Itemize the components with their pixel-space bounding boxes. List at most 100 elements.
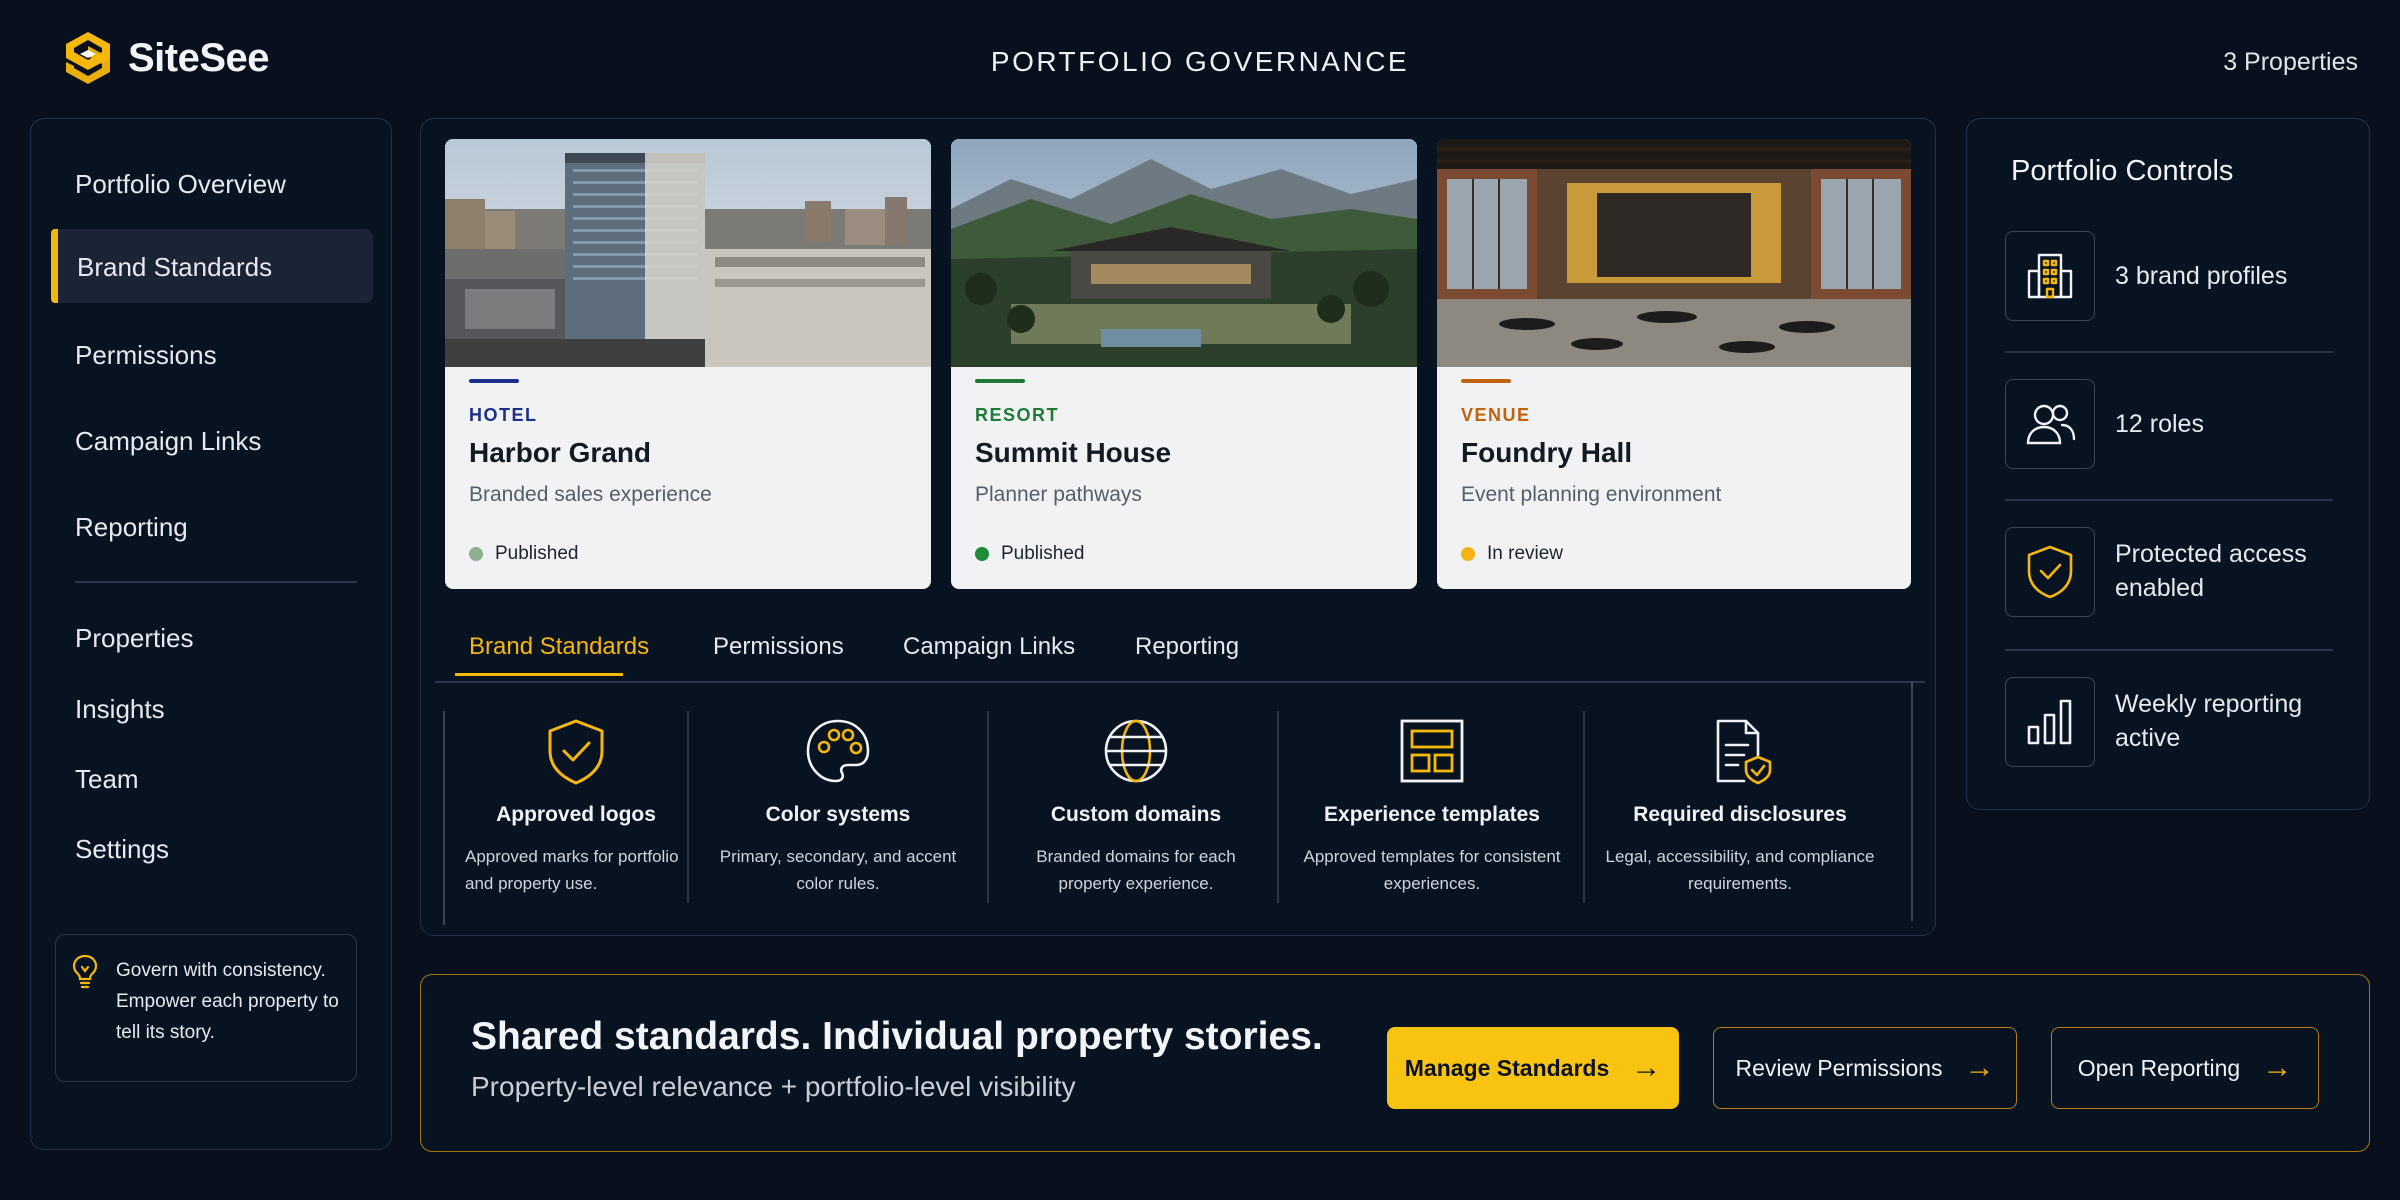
- open-reporting-button[interactable]: Open Reporting →: [2051, 1027, 2319, 1109]
- feature-title: Approved logos: [496, 803, 656, 826]
- arrow-right-icon: →: [1631, 1051, 1662, 1084]
- sidebar-item-brand-standards[interactable]: Brand Standards: [77, 252, 272, 283]
- status-badge: Published: [469, 543, 578, 565]
- sidebar-item-properties[interactable]: Properties: [75, 623, 194, 654]
- banner-title: Shared standards. Individual property st…: [471, 1015, 1323, 1058]
- controls-divider: [2005, 649, 2333, 651]
- tab-brand-standards[interactable]: Brand Standards: [469, 633, 649, 661]
- control-text: 3 brand profiles: [2115, 262, 2288, 290]
- card-accent-bar: [1461, 379, 1511, 383]
- template-icon: [1400, 719, 1464, 783]
- palette-icon: [806, 719, 870, 783]
- features-frame-right: [1911, 681, 1913, 921]
- status-badge: In review: [1461, 543, 1563, 565]
- property-description: Planner pathways: [975, 483, 1142, 506]
- shield-check-icon: [548, 719, 604, 785]
- status-label: Published: [1001, 543, 1085, 564]
- button-label: Review Permissions: [1735, 1054, 1943, 1081]
- app-name: SiteSee: [128, 35, 270, 80]
- card-accent-bar: [975, 379, 1025, 383]
- property-type: RESORT: [975, 405, 1060, 425]
- nav-active-indicator: [51, 229, 58, 303]
- main-panel: HOTEL Harbor Grand Branded sales experie…: [420, 118, 1936, 936]
- sidebar-item-settings[interactable]: Settings: [75, 834, 169, 865]
- controls-divider: [2005, 351, 2333, 353]
- controls-title: Portfolio Controls: [2011, 155, 2234, 187]
- feature-approved-logos: Approved logos Approved marks for portfo…: [445, 715, 707, 925]
- feature-description: Approved templates for consistent experi…: [1303, 847, 1561, 893]
- property-image-venue: [1437, 139, 1911, 367]
- lightbulb-icon: [72, 954, 98, 989]
- feature-title: Custom domains: [1050, 803, 1222, 826]
- card-accent-bar: [469, 379, 519, 383]
- globe-icon: [1104, 719, 1168, 783]
- review-permissions-button[interactable]: Review Permissions →: [1713, 1027, 2017, 1109]
- portfolio-controls-panel: Portfolio Controls 3 brand profiles 12 r…: [1966, 118, 2370, 810]
- sidebar-item-portfolio-overview[interactable]: Portfolio Overview: [75, 169, 286, 200]
- property-name: Foundry Hall: [1461, 437, 1633, 468]
- button-label: Open Reporting: [2077, 1054, 2241, 1081]
- banner-subtitle: Property-level relevance + portfolio-lev…: [471, 1071, 1076, 1102]
- sidebar-item-permissions[interactable]: Permissions: [75, 340, 217, 371]
- property-name: Summit House: [975, 437, 1172, 468]
- feature-description: Approved marks for portfolio and propert…: [465, 847, 679, 893]
- property-name: Harbor Grand: [469, 437, 652, 468]
- status-dot: [469, 547, 483, 561]
- manage-standards-button[interactable]: Manage Standards →: [1387, 1027, 1679, 1109]
- feature-description: Branded domains for each property experi…: [1036, 847, 1236, 893]
- property-card-foundry-hall[interactable]: VENUE Foundry Hall Event planning enviro…: [1437, 139, 1911, 589]
- feature-title: Color systems: [765, 803, 911, 826]
- arrow-right-icon: →: [2262, 1051, 2293, 1084]
- status-label: Published: [495, 543, 579, 564]
- property-card-harbor-grand[interactable]: HOTEL Harbor Grand Branded sales experie…: [445, 139, 931, 589]
- property-image-hotel: [445, 139, 931, 367]
- feature-description: Legal, accessibility, and compliance req…: [1605, 847, 1875, 893]
- users-icon: [2005, 379, 2095, 469]
- tab-reporting[interactable]: Reporting: [1135, 633, 1239, 661]
- sidebar-item-team[interactable]: Team: [75, 764, 139, 795]
- tab-campaign-links[interactable]: Campaign Links: [903, 633, 1075, 661]
- tab-permissions[interactable]: Permissions: [713, 633, 844, 661]
- control-text: 12 roles: [2115, 410, 2204, 438]
- status-dot: [975, 547, 989, 561]
- sidebar-item-campaign-links[interactable]: Campaign Links: [75, 426, 261, 457]
- sidebar-item-reporting[interactable]: Reporting: [75, 512, 188, 543]
- property-type: VENUE: [1461, 405, 1531, 425]
- tip-box: Govern with consistency. Empower each pr…: [55, 934, 357, 1082]
- feature-required-disclosures: Required disclosures Legal, accessibilit…: [1585, 715, 1895, 925]
- status-label: In review: [1487, 543, 1564, 564]
- property-description: Event planning environment: [1461, 483, 1722, 506]
- property-count: 3 Properties: [2223, 48, 2358, 76]
- property-image-resort: [951, 139, 1417, 367]
- control-text: Weekly reporting active: [2115, 690, 2303, 752]
- feature-color-systems: Color systems Primary, secondary, and ac…: [689, 715, 987, 925]
- property-card-summit-house[interactable]: RESORT Summit House Planner pathways Pub…: [951, 139, 1417, 589]
- app-logo[interactable]: SiteSee: [62, 30, 270, 86]
- shield-check-icon: [2005, 527, 2095, 617]
- tabs-divider: [435, 681, 1925, 683]
- page-title-container: PORTFOLIO GOVERNANCE: [0, 46, 2400, 78]
- button-label: Manage Standards: [1404, 1054, 1610, 1081]
- property-type: HOTEL: [469, 405, 538, 425]
- sidebar-divider: [75, 581, 357, 583]
- feature-title: Experience templates: [1324, 803, 1540, 826]
- sitesee-logo-icon: [66, 32, 110, 84]
- sidebar-item-insights[interactable]: Insights: [75, 694, 165, 725]
- active-tab-underline: [455, 673, 623, 676]
- status-badge: Published: [975, 543, 1084, 565]
- cta-banner: Shared standards. Individual property st…: [420, 974, 2370, 1152]
- building-icon: [2005, 231, 2095, 321]
- feature-custom-domains: Custom domains Branded domains for each …: [989, 715, 1283, 925]
- status-dot: [1461, 547, 1475, 561]
- feature-description: Primary, secondary, and accent color rul…: [719, 847, 957, 893]
- bar-chart-icon: [2005, 677, 2095, 767]
- control-text: Protected access enabled: [2115, 540, 2307, 602]
- sidebar: Portfolio Overview Brand Standards Permi…: [30, 118, 392, 1150]
- arrow-right-icon: →: [1964, 1051, 1995, 1084]
- controls-divider: [2005, 499, 2333, 501]
- document-shield-icon: [1716, 719, 1772, 785]
- feature-experience-templates: Experience templates Approved templates …: [1279, 715, 1585, 925]
- page-title: PORTFOLIO GOVERNANCE: [990, 46, 1410, 77]
- property-description: Branded sales experience: [469, 483, 712, 506]
- tip-text: Govern with consistency. Empower each pr…: [116, 960, 339, 1043]
